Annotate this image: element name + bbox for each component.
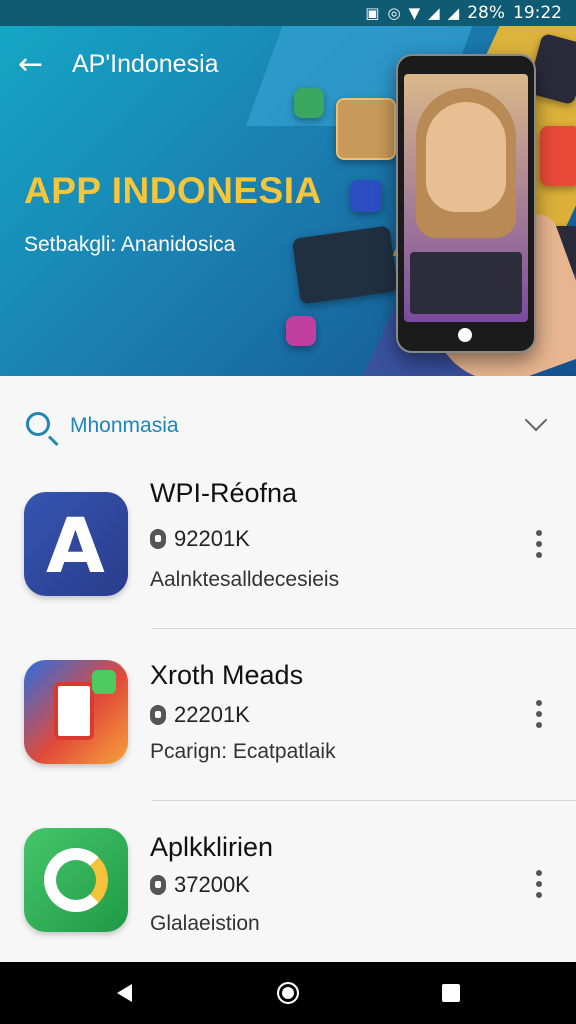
app-description: Aalnktesalldecesieis [150,568,340,591]
video-photo-tile [291,225,399,305]
download-count: 92201K [150,526,250,552]
download-count-value: 37200K [174,872,250,897]
sync-icon: ◎ [387,4,401,22]
more-options-icon[interactable] [536,530,542,563]
back-arrow-icon[interactable]: ← [18,50,48,80]
app-description: Pcarign: Ecatpatlaik [150,740,336,763]
app-name: WPI-Réofna [150,478,298,508]
phone-doc-app-icon[interactable] [24,660,128,764]
search-query[interactable]: Mhonmasia [70,414,179,438]
nav-back-icon[interactable] [117,984,132,1002]
app-title: AP'Indonesia [72,50,219,78]
divider [152,628,576,629]
wifi-icon: ▼ [408,4,421,22]
banner-subline: Setbakgli: Ananidosica [24,233,236,256]
more-options-icon[interactable] [536,870,542,903]
search-icon[interactable] [26,412,50,436]
signal-icon: ◢ [428,4,440,22]
clock: 19:22 [513,3,562,23]
app-name: Xroth Meads [150,660,304,690]
app-description: Glalaeistion [150,912,260,935]
signal2-icon: ◢ [447,4,460,22]
letter-a-app-icon[interactable]: A [24,492,128,596]
nav-home-icon[interactable] [277,982,299,1004]
app-name: Aplkklirien [150,832,274,862]
download-count: 22201K [150,702,250,728]
battery-level: 28% [467,3,505,23]
download-count-value: 92201K [174,526,250,551]
colorful-tile-icon [540,126,576,186]
phone-illustration [396,54,536,353]
divider [152,800,576,801]
profile-photo-tile [336,98,396,160]
status-bar: ▣ ◎ ▼ ◢ ◢ 28% 19:22 [0,0,576,26]
download-icon [150,875,166,895]
download-icon [150,529,166,549]
more-options-icon[interactable] [536,700,542,733]
refresh-g-app-icon[interactable] [24,828,128,932]
download-icon [150,705,166,725]
camera-tile-icon [350,180,382,212]
android-tile-icon [294,88,324,118]
banner-headline: APP INDONESIA [24,170,322,211]
sim-icon: ▣ [365,4,380,22]
nav-recents-icon[interactable] [442,984,460,1002]
download-count-value: 22201K [174,702,250,727]
play-tile-icon [286,316,316,346]
download-count: 37200K [150,872,250,898]
